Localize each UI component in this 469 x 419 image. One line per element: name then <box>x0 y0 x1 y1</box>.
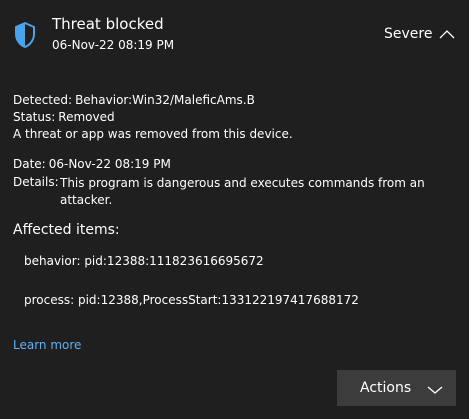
date-label: Date: <box>13 157 46 171</box>
details-label: Details: <box>13 175 59 189</box>
details-value: This program is dangerous and executes c… <box>60 176 425 207</box>
severity-label: Severe <box>384 26 433 42</box>
affected-item: behavior: pid:12388:111823616695672 <box>24 254 264 268</box>
threat-header: Threat blocked 06-Nov-22 08:19 PM Severe <box>0 0 469 60</box>
threat-timestamp: 06-Nov-22 08:19 PM <box>52 38 175 52</box>
detected-label: Detected: <box>13 93 73 107</box>
shield-icon <box>13 21 37 49</box>
threat-title: Threat blocked <box>52 15 164 33</box>
actions-label: Actions <box>360 380 412 396</box>
actions-button[interactable]: Actions <box>337 370 456 406</box>
learn-more-link[interactable]: Learn more <box>13 338 81 352</box>
affected-item: process: pid:12388,ProcessStart:13312219… <box>24 293 359 307</box>
status-value: Removed <box>58 110 115 124</box>
detected-value: Behavior:Win32/MaleficAms.B <box>75 93 255 107</box>
affected-items-title: Affected items: <box>13 222 120 238</box>
chevron-down-icon <box>427 383 443 394</box>
status-message: A threat or app was removed from this de… <box>13 127 293 141</box>
chevron-up-icon[interactable] <box>437 27 457 41</box>
date-value: 06-Nov-22 08:19 PM <box>48 157 171 171</box>
detected-row: Detected: Behavior:Win32/MaleficAms.B <box>13 93 255 107</box>
date-row: Date: 06-Nov-22 08:19 PM <box>13 157 171 171</box>
status-row: Status: Removed <box>13 110 115 124</box>
status-label: Status: <box>13 110 56 124</box>
